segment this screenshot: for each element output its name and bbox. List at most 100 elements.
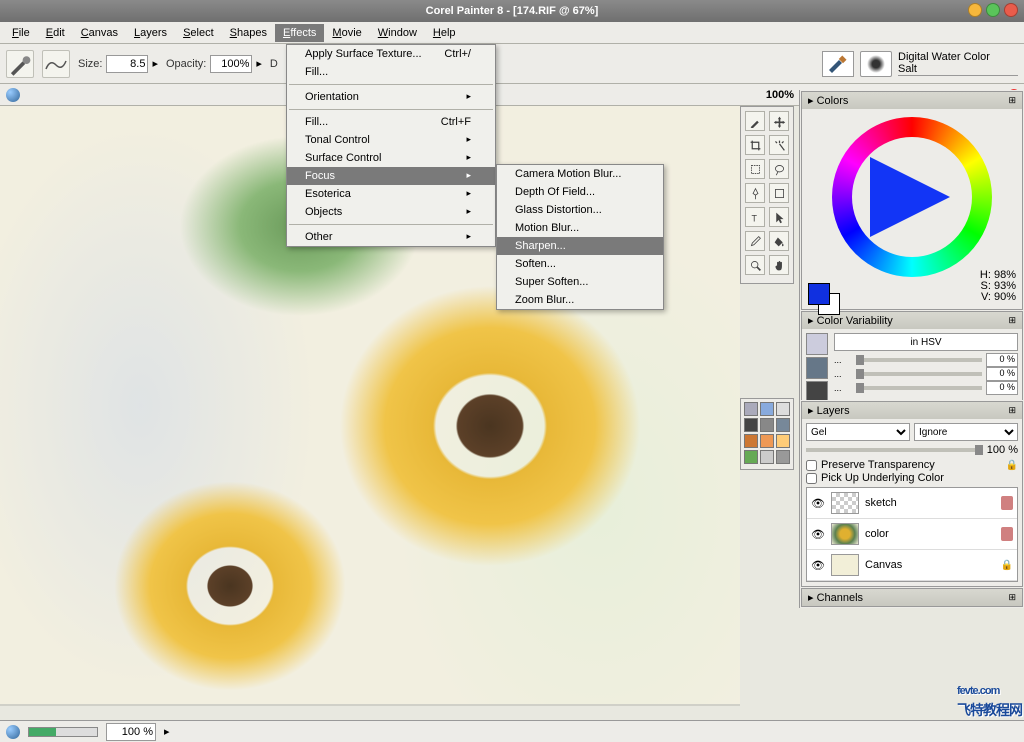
lock-icon[interactable]: 🔒 [1006, 460, 1018, 471]
focus-item[interactable]: Glass Distortion... [497, 201, 663, 219]
swatch[interactable] [744, 402, 758, 416]
brush-variant-swatch[interactable] [860, 51, 892, 77]
menu-window[interactable]: Window [370, 24, 425, 42]
variability-slider[interactable] [856, 358, 982, 362]
visibility-icon[interactable]: 👁 [811, 497, 825, 510]
menu-file[interactable]: File [4, 24, 38, 42]
variability-swatch[interactable] [806, 357, 828, 379]
menu-shapes[interactable]: Shapes [222, 24, 275, 42]
color-wheel[interactable] [832, 117, 992, 277]
brush-tool-icon[interactable] [6, 50, 34, 78]
pointer-tool[interactable] [769, 207, 789, 227]
swatch[interactable] [776, 402, 790, 416]
effects-item[interactable]: Esoterica [287, 185, 495, 203]
swatch[interactable] [760, 402, 774, 416]
panel-menu-icon[interactable]: ⊞ [1008, 405, 1016, 416]
variability-slider[interactable] [856, 386, 982, 390]
menu-movie[interactable]: Movie [324, 24, 369, 42]
effects-item[interactable]: Orientation [287, 88, 495, 106]
focus-item[interactable]: Motion Blur... [497, 219, 663, 237]
layers-panel-header[interactable]: ▸ Layers ⊞ [802, 402, 1022, 419]
effects-item[interactable]: Other [287, 228, 495, 246]
crop-tool[interactable] [745, 135, 765, 155]
effects-item[interactable]: Fill...Ctrl+F [287, 113, 495, 131]
layer-item[interactable]: 👁sketch [807, 488, 1017, 519]
swatch[interactable] [776, 434, 790, 448]
layer-item[interactable]: 👁color [807, 519, 1017, 550]
blend-mode-select[interactable]: Gel [806, 423, 910, 441]
panel-menu-icon[interactable]: ⊞ [1008, 315, 1016, 326]
dropper-tool[interactable] [745, 231, 765, 251]
swatch[interactable] [744, 450, 758, 464]
menu-help[interactable]: Help [425, 24, 464, 42]
shape-tool[interactable] [769, 183, 789, 203]
opacity-input[interactable] [210, 55, 252, 73]
colors-panel-header[interactable]: ▸ Colors ⊞ [802, 92, 1022, 109]
swatch[interactable] [760, 434, 774, 448]
size-spinner-icon[interactable]: ▸ [152, 57, 158, 70]
menu-select[interactable]: Select [175, 24, 222, 42]
foreground-background-swatches[interactable] [808, 283, 830, 305]
focus-item[interactable]: Super Soften... [497, 273, 663, 291]
variability-value[interactable]: 0 % [986, 353, 1018, 367]
close-button[interactable] [1004, 3, 1018, 17]
wand-tool[interactable] [769, 135, 789, 155]
visibility-icon[interactable]: 👁 [811, 528, 825, 541]
menu-edit[interactable]: Edit [38, 24, 73, 42]
panel-menu-icon[interactable]: ⊞ [1008, 95, 1016, 106]
text-tool[interactable]: T [745, 207, 765, 227]
maximize-button[interactable] [986, 3, 1000, 17]
focus-item[interactable]: Camera Motion Blur... [497, 165, 663, 183]
channels-panel-header[interactable]: ▸ Channels ⊞ [802, 589, 1022, 606]
swatch[interactable] [744, 418, 758, 432]
panel-menu-icon[interactable]: ⊞ [1008, 592, 1016, 603]
foreground-color-swatch[interactable] [808, 283, 830, 305]
layer-mask-icon[interactable] [1001, 527, 1013, 541]
swatch[interactable] [776, 450, 790, 464]
opacity-spinner-icon[interactable]: ▸ [256, 57, 262, 70]
brush-category-swatch[interactable] [822, 51, 854, 77]
swatch[interactable] [760, 418, 774, 432]
focus-item[interactable]: Zoom Blur... [497, 291, 663, 309]
effects-item[interactable]: Fill... [287, 63, 495, 81]
variability-value[interactable]: 0 % [986, 367, 1018, 381]
marquee-tool[interactable] [745, 159, 765, 179]
zoom-spinner-icon[interactable]: ▸ [164, 725, 170, 738]
zoom-tool[interactable] [745, 255, 765, 275]
effects-item[interactable]: Tonal Control [287, 131, 495, 149]
variability-mode-select[interactable] [834, 333, 1018, 351]
brush-text[interactable]: Digital Water Color Salt [898, 51, 1018, 76]
minimize-button[interactable] [968, 3, 982, 17]
variability-swatch[interactable] [806, 333, 828, 355]
effects-item[interactable]: Surface Control [287, 149, 495, 167]
pickup-color-checkbox[interactable] [806, 473, 817, 484]
swatch[interactable] [744, 434, 758, 448]
move-tool[interactable] [769, 111, 789, 131]
variability-value[interactable]: 0 % [986, 381, 1018, 395]
effects-item[interactable]: Objects [287, 203, 495, 221]
size-input[interactable] [106, 55, 148, 73]
layer-opacity-slider[interactable] [806, 448, 983, 452]
brush-tool[interactable] [745, 111, 765, 131]
menu-layers[interactable]: Layers [126, 24, 175, 42]
swatch[interactable] [760, 450, 774, 464]
layer-mask-icon[interactable] [1001, 496, 1013, 510]
composite-method-select[interactable]: Ignore [914, 423, 1018, 441]
variability-slider[interactable] [856, 372, 982, 376]
hand-tool[interactable] [769, 255, 789, 275]
effects-item[interactable]: Apply Surface Texture...Ctrl+/ [287, 45, 495, 63]
color-triangle[interactable] [870, 157, 950, 237]
visibility-icon[interactable]: 👁 [811, 559, 825, 572]
focus-item[interactable]: Depth Of Field... [497, 183, 663, 201]
preserve-transparency-checkbox[interactable] [806, 460, 817, 471]
layer-opacity-value[interactable]: 100 % [987, 444, 1018, 456]
layer-item[interactable]: 👁Canvas🔒 [807, 550, 1017, 581]
pen-tool[interactable] [745, 183, 765, 203]
lasso-tool[interactable] [769, 159, 789, 179]
swatch[interactable] [776, 418, 790, 432]
effects-item[interactable]: Focus [287, 167, 495, 185]
focus-item[interactable]: Soften... [497, 255, 663, 273]
bucket-tool[interactable] [769, 231, 789, 251]
freehand-stroke-icon[interactable] [42, 50, 70, 78]
zoom-input[interactable] [106, 723, 156, 741]
